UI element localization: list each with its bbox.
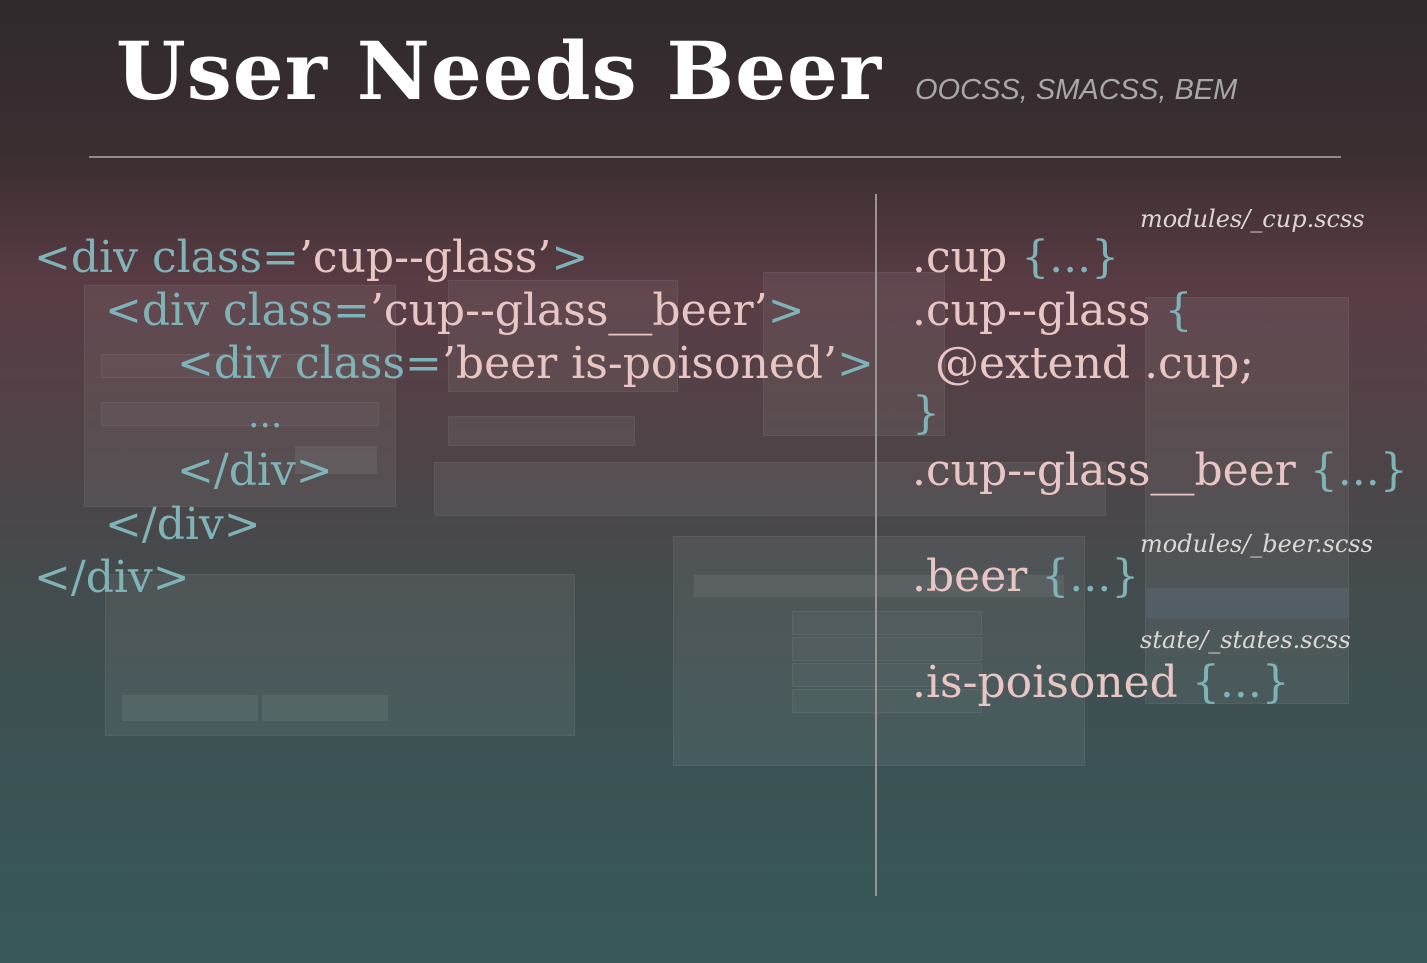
scss-poisoned-rule: .is-poisoned {...} — [912, 661, 1290, 705]
file-label-cup: modules/_cup.scss — [1140, 205, 1365, 233]
scss-cup-rule: .cup {...} — [912, 236, 1119, 280]
html-line-1: <div class=’cup--glass’> — [34, 236, 588, 280]
scss-body: {...} — [1007, 232, 1120, 283]
scss-extend-line: @extend .cup; — [935, 338, 1255, 389]
html-line-7: </div> — [34, 552, 190, 603]
html-tag-open: <div class= — [105, 285, 370, 336]
slide-subtitle: OOCSS, SMACSS, BEM — [915, 74, 1238, 106]
html-tag-close: > — [767, 285, 805, 336]
scss-selector: .cup--glass — [912, 285, 1151, 336]
scss-beer-rule: .beer {...} — [912, 555, 1139, 599]
scss-selector: .is-poisoned — [912, 657, 1178, 708]
scss-body: {...} — [1177, 657, 1290, 708]
html-tag-close: > — [837, 338, 874, 389]
file-label-states: state/_states.scss — [1140, 626, 1351, 654]
html-class-value: ’cup--glass__beer’ — [369, 285, 768, 336]
scss-selector: .beer — [912, 551, 1028, 602]
html-line-5: </div> — [177, 445, 333, 496]
scss-selector: .cup — [912, 232, 1008, 283]
scss-glass-rule: .cup--glass { — [912, 289, 1192, 333]
header-divider — [89, 156, 1341, 158]
html-line-ellipsis: ... — [248, 395, 283, 436]
html-line-3: <div class=’beer is-poisoned’> — [177, 342, 874, 386]
scss-close-brace: } — [912, 388, 940, 439]
html-tag-open: <div class= — [177, 338, 442, 389]
file-label-beer: modules/_beer.scss — [1140, 530, 1373, 558]
html-line-6: </div> — [105, 499, 261, 550]
scss-open-brace: { — [1150, 285, 1193, 336]
html-tag-close: > — [551, 232, 589, 283]
scss-selector: .cup--glass__beer — [912, 445, 1296, 496]
scss-body: {...} — [1027, 551, 1140, 602]
html-class-value: ’cup--glass’ — [298, 232, 552, 283]
column-divider — [875, 194, 877, 896]
scss-body: {...} — [1295, 445, 1408, 496]
html-tag-open: <div class= — [34, 232, 299, 283]
scss-beer-element-rule: .cup--glass__beer {...} — [912, 449, 1408, 493]
html-line-2: <div class=’cup--glass__beer’> — [105, 289, 805, 333]
background-pager-bar — [448, 416, 635, 446]
html-class-value: ’beer is-poisoned’ — [441, 338, 838, 389]
slide-title: User Needs Beer — [116, 24, 883, 118]
